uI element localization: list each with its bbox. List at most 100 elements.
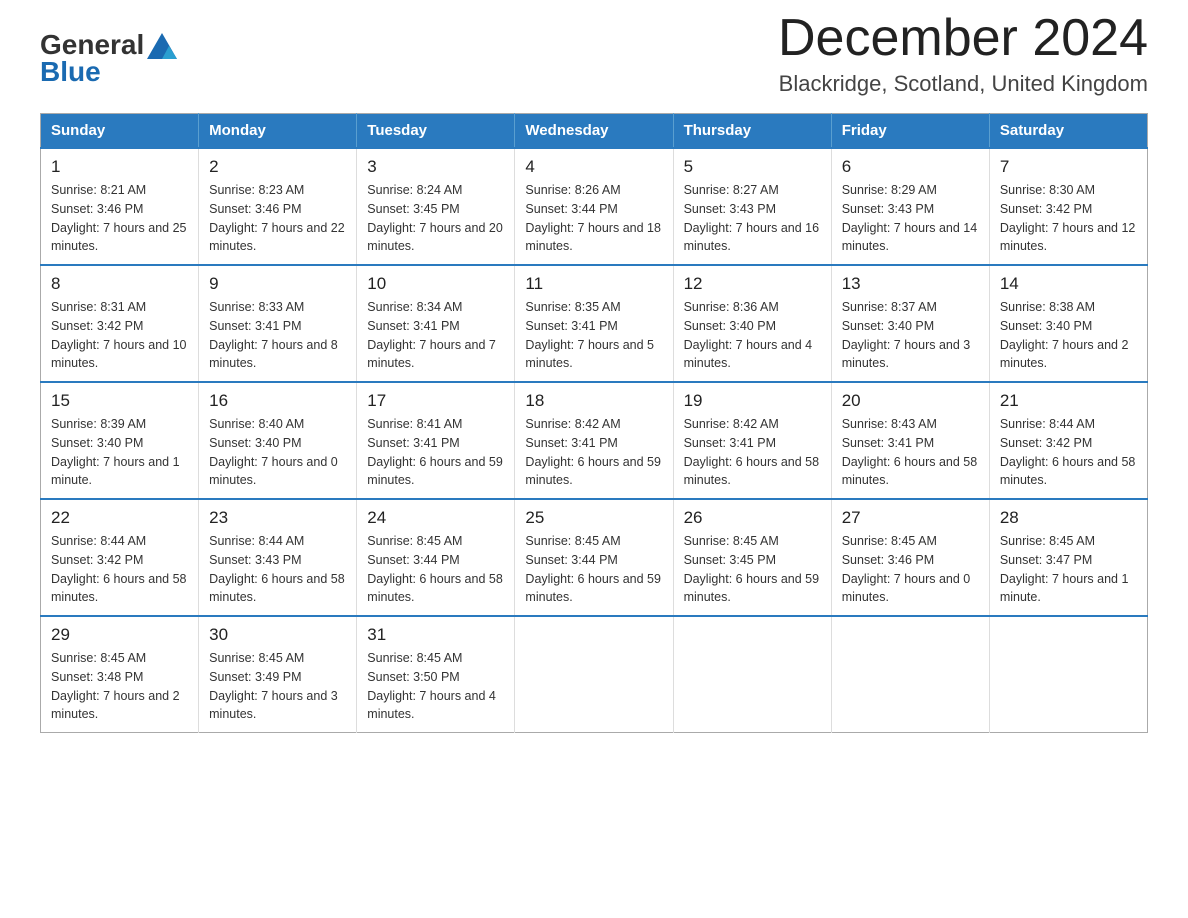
- table-row: 2 Sunrise: 8:23 AMSunset: 3:46 PMDaylight…: [199, 148, 357, 265]
- header-saturday: Saturday: [989, 114, 1147, 149]
- day-info: Sunrise: 8:24 AMSunset: 3:45 PMDaylight:…: [367, 181, 504, 256]
- day-number: 9: [209, 274, 346, 294]
- day-number: 12: [684, 274, 821, 294]
- table-row: 14Sunrise: 8:38 AMSunset: 3:40 PMDayligh…: [989, 265, 1147, 382]
- day-info: Sunrise: 8:45 AMSunset: 3:44 PMDaylight:…: [367, 532, 504, 607]
- header-wednesday: Wednesday: [515, 114, 673, 149]
- table-row: 11Sunrise: 8:35 AMSunset: 3:41 PMDayligh…: [515, 265, 673, 382]
- day-number: 16: [209, 391, 346, 411]
- table-row: 3 Sunrise: 8:24 AMSunset: 3:45 PMDaylight…: [357, 148, 515, 265]
- table-row: [989, 616, 1147, 733]
- table-row: [515, 616, 673, 733]
- day-info: Sunrise: 8:44 AMSunset: 3:42 PMDaylight:…: [51, 532, 188, 607]
- day-number: 4: [525, 157, 662, 177]
- day-number: 6: [842, 157, 979, 177]
- day-info: Sunrise: 8:29 AMSunset: 3:43 PMDaylight:…: [842, 181, 979, 256]
- day-number: 30: [209, 625, 346, 645]
- day-info: Sunrise: 8:21 AMSunset: 3:46 PMDaylight:…: [51, 181, 188, 256]
- day-number: 17: [367, 391, 504, 411]
- calendar-header-row: Sunday Monday Tuesday Wednesday Thursday…: [41, 114, 1148, 149]
- day-info: Sunrise: 8:45 AMSunset: 3:44 PMDaylight:…: [525, 532, 662, 607]
- table-row: 27 Sunrise: 8:45 AMSunset: 3:46 PMDayligh…: [831, 499, 989, 616]
- table-row: 29Sunrise: 8:45 AMSunset: 3:48 PMDayligh…: [41, 616, 199, 733]
- day-number: 24: [367, 508, 504, 528]
- day-info: Sunrise: 8:40 AMSunset: 3:40 PMDaylight:…: [209, 415, 346, 490]
- table-row: 19Sunrise: 8:42 AMSunset: 3:41 PMDayligh…: [673, 382, 831, 499]
- day-info: Sunrise: 8:31 AMSunset: 3:42 PMDaylight:…: [51, 298, 188, 373]
- day-number: 25: [525, 508, 662, 528]
- table-row: 4 Sunrise: 8:26 AMSunset: 3:44 PMDaylight…: [515, 148, 673, 265]
- day-number: 22: [51, 508, 188, 528]
- day-info: Sunrise: 8:39 AMSunset: 3:40 PMDaylight:…: [51, 415, 188, 490]
- day-number: 2: [209, 157, 346, 177]
- day-number: 31: [367, 625, 504, 645]
- title-block: December 2024 Blackridge, Scotland, Unit…: [778, 10, 1148, 97]
- table-row: 12 Sunrise: 8:36 AMSunset: 3:40 PMDayligh…: [673, 265, 831, 382]
- day-number: 3: [367, 157, 504, 177]
- table-row: 22 Sunrise: 8:44 AMSunset: 3:42 PMDayligh…: [41, 499, 199, 616]
- day-number: 21: [1000, 391, 1137, 411]
- table-row: 9 Sunrise: 8:33 AMSunset: 3:41 PMDaylight…: [199, 265, 357, 382]
- calendar-week-row: 22 Sunrise: 8:44 AMSunset: 3:42 PMDayligh…: [41, 499, 1148, 616]
- table-row: 28 Sunrise: 8:45 AMSunset: 3:47 PMDayligh…: [989, 499, 1147, 616]
- table-row: 18 Sunrise: 8:42 AMSunset: 3:41 PMDayligh…: [515, 382, 673, 499]
- day-number: 26: [684, 508, 821, 528]
- day-number: 7: [1000, 157, 1137, 177]
- table-row: 8Sunrise: 8:31 AMSunset: 3:42 PMDaylight…: [41, 265, 199, 382]
- table-row: [831, 616, 989, 733]
- day-info: Sunrise: 8:30 AMSunset: 3:42 PMDaylight:…: [1000, 181, 1137, 256]
- day-number: 28: [1000, 508, 1137, 528]
- day-info: Sunrise: 8:44 AMSunset: 3:42 PMDaylight:…: [1000, 415, 1137, 490]
- logo-blue-text: Blue: [40, 57, 177, 88]
- day-number: 1: [51, 157, 188, 177]
- day-number: 23: [209, 508, 346, 528]
- day-number: 10: [367, 274, 504, 294]
- table-row: 23 Sunrise: 8:44 AMSunset: 3:43 PMDayligh…: [199, 499, 357, 616]
- calendar-week-row: 1 Sunrise: 8:21 AMSunset: 3:46 PMDaylight…: [41, 148, 1148, 265]
- calendar-week-row: 8Sunrise: 8:31 AMSunset: 3:42 PMDaylight…: [41, 265, 1148, 382]
- header-thursday: Thursday: [673, 114, 831, 149]
- day-info: Sunrise: 8:36 AMSunset: 3:40 PMDaylight:…: [684, 298, 821, 373]
- day-info: Sunrise: 8:45 AMSunset: 3:49 PMDaylight:…: [209, 649, 346, 724]
- day-number: 27: [842, 508, 979, 528]
- day-info: Sunrise: 8:45 AMSunset: 3:47 PMDaylight:…: [1000, 532, 1137, 607]
- calendar-title: December 2024: [778, 10, 1148, 67]
- table-row: 13 Sunrise: 8:37 AMSunset: 3:40 PMDayligh…: [831, 265, 989, 382]
- logo-triangle-icon: [147, 33, 177, 59]
- table-row: 31 Sunrise: 8:45 AMSunset: 3:50 PMDayligh…: [357, 616, 515, 733]
- day-info: Sunrise: 8:44 AMSunset: 3:43 PMDaylight:…: [209, 532, 346, 607]
- table-row: 20 Sunrise: 8:43 AMSunset: 3:41 PMDayligh…: [831, 382, 989, 499]
- day-info: Sunrise: 8:37 AMSunset: 3:40 PMDaylight:…: [842, 298, 979, 373]
- day-info: Sunrise: 8:33 AMSunset: 3:41 PMDaylight:…: [209, 298, 346, 373]
- table-row: 24 Sunrise: 8:45 AMSunset: 3:44 PMDayligh…: [357, 499, 515, 616]
- calendar-subtitle: Blackridge, Scotland, United Kingdom: [778, 71, 1148, 97]
- day-number: 5: [684, 157, 821, 177]
- calendar-week-row: 29Sunrise: 8:45 AMSunset: 3:48 PMDayligh…: [41, 616, 1148, 733]
- header-monday: Monday: [199, 114, 357, 149]
- table-row: 26Sunrise: 8:45 AMSunset: 3:45 PMDayligh…: [673, 499, 831, 616]
- table-row: 30 Sunrise: 8:45 AMSunset: 3:49 PMDayligh…: [199, 616, 357, 733]
- day-info: Sunrise: 8:45 AMSunset: 3:48 PMDaylight:…: [51, 649, 188, 724]
- day-info: Sunrise: 8:45 AMSunset: 3:50 PMDaylight:…: [367, 649, 504, 724]
- day-info: Sunrise: 8:35 AMSunset: 3:41 PMDaylight:…: [525, 298, 662, 373]
- day-info: Sunrise: 8:42 AMSunset: 3:41 PMDaylight:…: [684, 415, 821, 490]
- day-number: 14: [1000, 274, 1137, 294]
- header-sunday: Sunday: [41, 114, 199, 149]
- day-info: Sunrise: 8:43 AMSunset: 3:41 PMDaylight:…: [842, 415, 979, 490]
- day-number: 20: [842, 391, 979, 411]
- table-row: 25 Sunrise: 8:45 AMSunset: 3:44 PMDayligh…: [515, 499, 673, 616]
- table-row: 7 Sunrise: 8:30 AMSunset: 3:42 PMDaylight…: [989, 148, 1147, 265]
- day-info: Sunrise: 8:41 AMSunset: 3:41 PMDaylight:…: [367, 415, 504, 490]
- header-friday: Friday: [831, 114, 989, 149]
- day-info: Sunrise: 8:26 AMSunset: 3:44 PMDaylight:…: [525, 181, 662, 256]
- table-row: 5Sunrise: 8:27 AMSunset: 3:43 PMDaylight…: [673, 148, 831, 265]
- day-number: 15: [51, 391, 188, 411]
- day-info: Sunrise: 8:42 AMSunset: 3:41 PMDaylight:…: [525, 415, 662, 490]
- day-number: 18: [525, 391, 662, 411]
- day-info: Sunrise: 8:45 AMSunset: 3:46 PMDaylight:…: [842, 532, 979, 607]
- day-info: Sunrise: 8:23 AMSunset: 3:46 PMDaylight:…: [209, 181, 346, 256]
- day-number: 13: [842, 274, 979, 294]
- table-row: 10 Sunrise: 8:34 AMSunset: 3:41 PMDayligh…: [357, 265, 515, 382]
- calendar-table: Sunday Monday Tuesday Wednesday Thursday…: [40, 113, 1148, 733]
- day-info: Sunrise: 8:34 AMSunset: 3:41 PMDaylight:…: [367, 298, 504, 373]
